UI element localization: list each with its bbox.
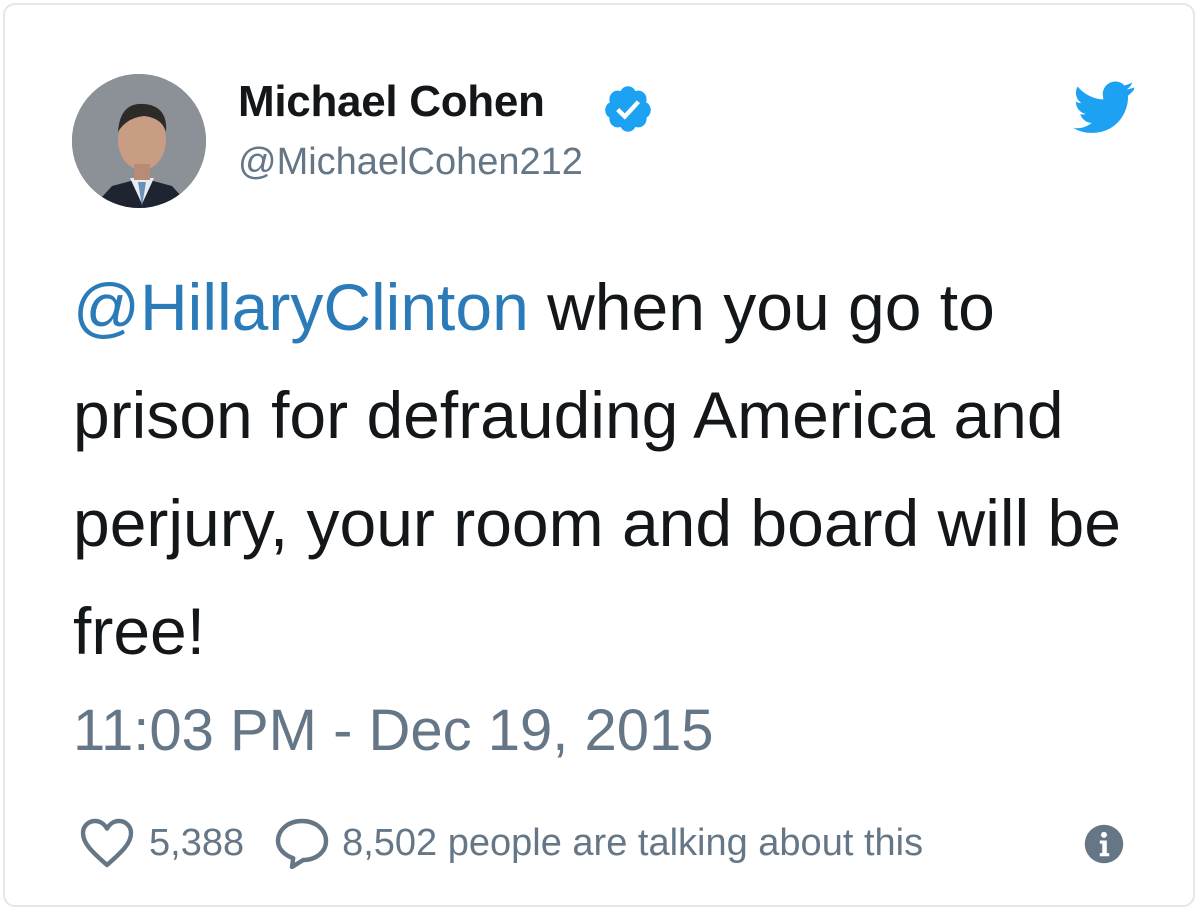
mention-link[interactable]: @HillaryClinton: [73, 270, 529, 344]
tweet-text: @HillaryClinton when you go to prison fo…: [73, 253, 1133, 685]
heart-icon[interactable]: [79, 817, 135, 869]
verified-badge-icon: [605, 86, 651, 132]
avatar-photo: [72, 74, 206, 208]
engagement-bar: 5,388 8,502 people are talking about thi…: [79, 813, 923, 873]
user-handle[interactable]: @MichaelCohen212: [238, 141, 583, 184]
comment-icon[interactable]: [274, 817, 330, 869]
talking-count[interactable]: 8,502 people are talking about this: [342, 822, 923, 865]
info-icon[interactable]: [1083, 823, 1125, 865]
like-count[interactable]: 5,388: [149, 822, 244, 865]
tweet-timestamp[interactable]: 11:03 PM - Dec 19, 2015: [73, 697, 714, 764]
tweet-card: Michael Cohen @MichaelCohen212 @HillaryC…: [3, 3, 1195, 907]
twitter-bird-icon[interactable]: [1073, 81, 1135, 133]
display-name[interactable]: Michael Cohen: [238, 77, 545, 127]
avatar[interactable]: [72, 74, 206, 208]
